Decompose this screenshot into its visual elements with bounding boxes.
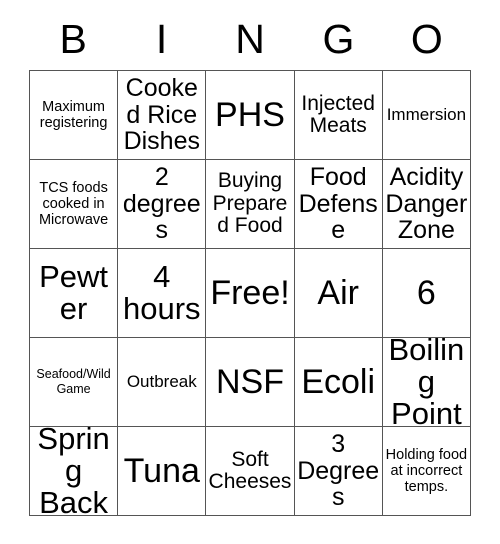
bingo-cell[interactable]: Pewter [30,249,119,338]
bingo-cell[interactable]: Outbreak [118,338,207,427]
bingo-header-letter-b: B [59,15,87,62]
bingo-cell-label: Buying Prepared Food [212,169,288,238]
bingo-cell-label: NSF [215,362,284,401]
bingo-cell[interactable]: Ecoli [294,338,383,427]
bingo-cell-label: Air [317,273,359,312]
bingo-cell-label: Free! [210,273,290,312]
bingo-cell[interactable]: Soft Cheeses [206,427,295,516]
bingo-cell-label: Injected Meats [301,91,375,137]
bingo-cell-label: Seafood/Wild Game [36,367,111,396]
bingo-cell[interactable]: 2 degrees [118,160,207,249]
bingo-cell-label: 3 Degrees [297,430,380,512]
bingo-cell-label: Boiling Point [388,338,465,427]
bingo-cell[interactable]: Acidity Danger Zone [382,160,471,249]
bingo-cell[interactable]: Spring Back [30,427,119,516]
bingo-cell-label: Maximum registering [39,98,108,131]
bingo-cell-label: Soft Cheeses [208,447,292,493]
bingo-cell-label: Tuna [123,451,200,490]
bingo-free-space[interactable]: Free! [206,249,295,338]
bingo-grid: Maximum registering Cooked Rice Dishes PHS… [29,70,471,516]
bingo-cell-label: Food Defense [298,163,378,245]
bingo-cell-label: Acidity Danger Zone [385,163,468,245]
bingo-header-letter-n: N [235,15,265,62]
bingo-cell[interactable]: Cooked Rice Dishes [118,71,207,160]
bingo-header-letter-i: I [155,15,168,62]
bingo-cell[interactable]: Maximum registering [30,71,119,160]
bingo-cell-label: TCS foods cooked in Microwave [38,179,109,229]
bingo-cell[interactable]: NSF [206,338,295,427]
bingo-cell-label: Holding food at incorrect temps. [385,446,468,496]
bingo-cell[interactable]: Seafood/Wild Game [30,338,119,427]
bingo-cell-label: Pewter [39,258,109,326]
bingo-cell-label: Spring Back [37,427,110,516]
bingo-cell-label: 2 degrees [122,163,201,245]
bingo-cell-label: PHS [215,95,285,134]
bingo-cell[interactable]: Injected Meats [294,71,383,160]
bingo-header-letter-o: O [410,15,443,62]
bingo-cell[interactable]: Buying Prepared Food [206,160,295,249]
bingo-cell[interactable]: PHS [206,71,295,160]
bingo-header-letter-g: G [322,15,355,62]
bingo-cell-label: Cooked Rice Dishes [123,74,200,156]
bingo-cell[interactable]: 4 hours [118,249,207,338]
bingo-cell[interactable]: Air [294,249,383,338]
bingo-cell[interactable]: Food Defense [294,160,383,249]
bingo-cell[interactable]: 3 Degrees [294,427,383,516]
bingo-cell-label: Immersion [386,104,467,124]
bingo-cell-label: Ecoli [301,362,376,401]
bingo-cell-label: Outbreak [126,371,197,391]
bingo-card: B I N G O Maximum registering Cooked Rice Dis… [29,10,471,516]
bingo-header-row: BINGO [29,10,471,70]
bingo-cell-label: 4 hours [123,258,201,326]
bingo-cell[interactable]: Holding food at incorrect temps. [382,427,471,516]
bingo-cell[interactable]: TCS foods cooked in Microwave [30,160,119,249]
bingo-cell[interactable]: Tuna [118,427,207,516]
bingo-cell[interactable]: Boiling Point [382,338,471,427]
bingo-cell[interactable]: Immersion [382,71,471,160]
bingo-cell-label: 6 [416,273,436,312]
bingo-cell[interactable]: 6 [382,249,471,338]
